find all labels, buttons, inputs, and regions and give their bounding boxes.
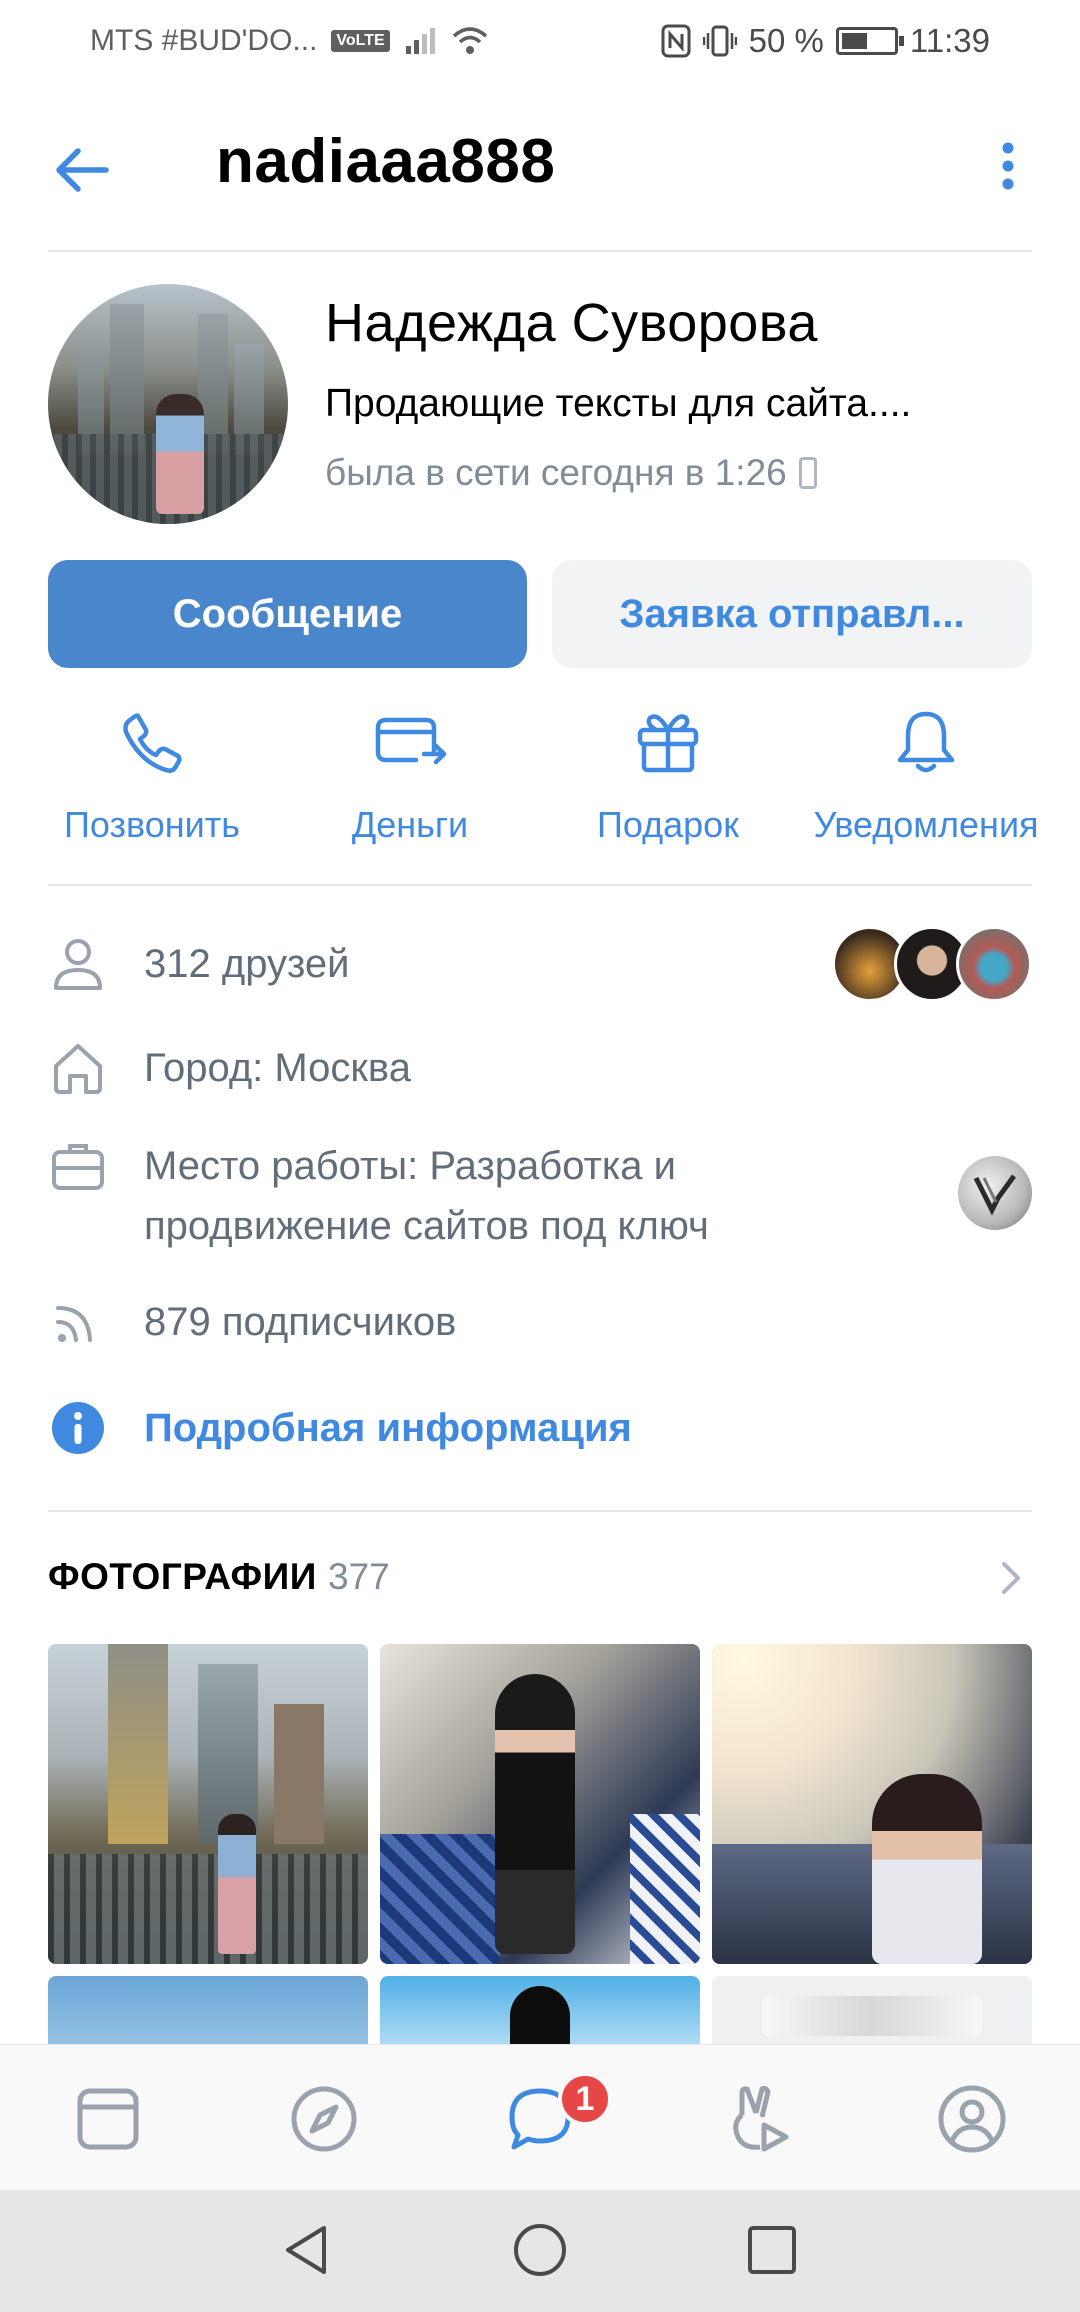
info-work[interactable]: Место работы: Разработка и продвижение с… xyxy=(48,1136,1032,1256)
photo-person xyxy=(495,1674,575,1954)
city-text: Город: Москва xyxy=(144,1046,411,1090)
status-right: 50 % 11:39 xyxy=(661,22,990,60)
online-status: была в сети сегодня в 1:26 xyxy=(325,452,817,494)
action-label: Позвонить xyxy=(64,804,240,845)
info-icon xyxy=(52,1402,104,1454)
profile-icon[interactable] xyxy=(936,2083,1008,2155)
phone-icon xyxy=(123,713,182,773)
online-status-text: была в сети сегодня в 1:26 xyxy=(325,452,787,493)
clock: 11:39 xyxy=(909,22,990,59)
photo-bg-pattern xyxy=(630,1814,700,1964)
action-label: Подарок xyxy=(597,804,739,845)
chevron-right-icon[interactable] xyxy=(996,1558,1026,1598)
action-gift[interactable]: Подарок xyxy=(548,706,788,846)
info-details[interactable]: Подробная информация xyxy=(48,1398,1032,1458)
photo-bg-tower xyxy=(108,1644,168,1844)
action-notifications[interactable]: Уведомления xyxy=(806,706,1046,846)
avatar-bg-tower xyxy=(110,304,144,454)
avatar-person xyxy=(156,394,204,514)
friend-avatar xyxy=(956,926,1032,1002)
photo-bg-tower xyxy=(274,1704,324,1844)
system-nav-bar xyxy=(0,2190,1080,2312)
action-money[interactable]: Деньги xyxy=(290,706,530,846)
vibrate-icon xyxy=(702,25,737,57)
action-label: Деньги xyxy=(351,804,469,845)
briefcase-icon xyxy=(52,1144,104,1190)
back-arrow-icon[interactable] xyxy=(46,134,118,206)
messages-badge: 1 xyxy=(558,2072,612,2126)
photo-bg-pattern xyxy=(380,1834,500,1964)
work-text-line: продвижение сайтов под ключ xyxy=(144,1204,709,1248)
more-vertical-icon[interactable] xyxy=(990,134,1026,206)
rss-icon xyxy=(56,1306,92,1342)
status-bar: MTS #BUD'DO... VoLTE 50 % 11:39 xyxy=(0,0,1080,82)
photo-person xyxy=(218,1814,256,1954)
avatar[interactable] xyxy=(48,284,288,524)
photo-thumbnail[interactable] xyxy=(380,1644,700,1964)
clips-icon[interactable] xyxy=(720,2083,792,2155)
friends-count: 312 друзей xyxy=(144,942,350,986)
photo-thumbnail[interactable] xyxy=(712,1644,1032,1964)
home-icon xyxy=(54,1044,102,1094)
action-call[interactable]: Позвонить xyxy=(32,706,272,846)
money-transfer-icon xyxy=(375,717,447,765)
info-city: Город: Москва xyxy=(48,1038,1032,1098)
gift-icon xyxy=(637,714,699,773)
message-button[interactable]: Сообщение xyxy=(48,560,527,668)
photos-count: 377 xyxy=(328,1556,390,1597)
status-left: MTS #BUD'DO... VoLTE xyxy=(90,24,488,58)
compass-icon[interactable] xyxy=(288,2083,360,2155)
battery-percent: 50 % xyxy=(748,22,824,59)
friend-request-button[interactable]: Заявка отправл... xyxy=(552,560,1032,668)
battery-icon xyxy=(835,27,904,55)
photo-bg-rail xyxy=(48,1854,368,1964)
photos-title[interactable]: ФОТОГРАФИИ xyxy=(48,1556,317,1598)
signal-icon xyxy=(405,28,435,54)
friends-avatars[interactable] xyxy=(832,926,1032,1002)
work-text-line: Место работы: Разработка и xyxy=(144,1144,676,1188)
news-icon[interactable] xyxy=(72,2083,144,2155)
divider xyxy=(48,884,1032,886)
wifi-icon xyxy=(452,27,487,54)
nav-home-icon[interactable] xyxy=(510,2220,570,2280)
photo-person xyxy=(872,1774,982,1964)
action-label: Уведомления xyxy=(813,804,1039,845)
divider xyxy=(48,250,1032,252)
mobile-device-icon xyxy=(798,457,817,489)
photo-bg-sign xyxy=(762,1996,982,2036)
bell-icon xyxy=(897,711,955,773)
user-icon xyxy=(54,939,102,990)
bottom-tab-bar xyxy=(0,2044,1080,2190)
followers-count: 879 подписчиков xyxy=(144,1300,457,1344)
carrier-label: MTS #BUD'DO... xyxy=(90,24,318,57)
work-logo[interactable] xyxy=(958,1156,1032,1230)
profile-status[interactable]: Продающие тексты для сайта.... xyxy=(325,382,1025,426)
app-bar: nadiaaa888 xyxy=(0,82,1080,250)
nav-back-icon[interactable] xyxy=(278,2220,338,2280)
battery-fill xyxy=(841,33,867,49)
details-link: Подробная информация xyxy=(144,1406,632,1450)
divider xyxy=(48,1510,1032,1512)
photo-thumbnail[interactable] xyxy=(48,1644,368,1964)
profile-name: Надежда Суворова xyxy=(325,293,818,353)
nfc-icon xyxy=(661,24,691,58)
work-text: Место работы: Разработка и продвижение с… xyxy=(144,1136,924,1256)
page-title: nadiaaa888 xyxy=(216,127,556,196)
info-followers[interactable]: 879 подписчиков xyxy=(48,1292,1032,1352)
company-logo-icon xyxy=(973,1174,1017,1216)
nav-recents-icon[interactable] xyxy=(742,2220,802,2280)
volte-badge: VoLTE xyxy=(331,30,390,52)
